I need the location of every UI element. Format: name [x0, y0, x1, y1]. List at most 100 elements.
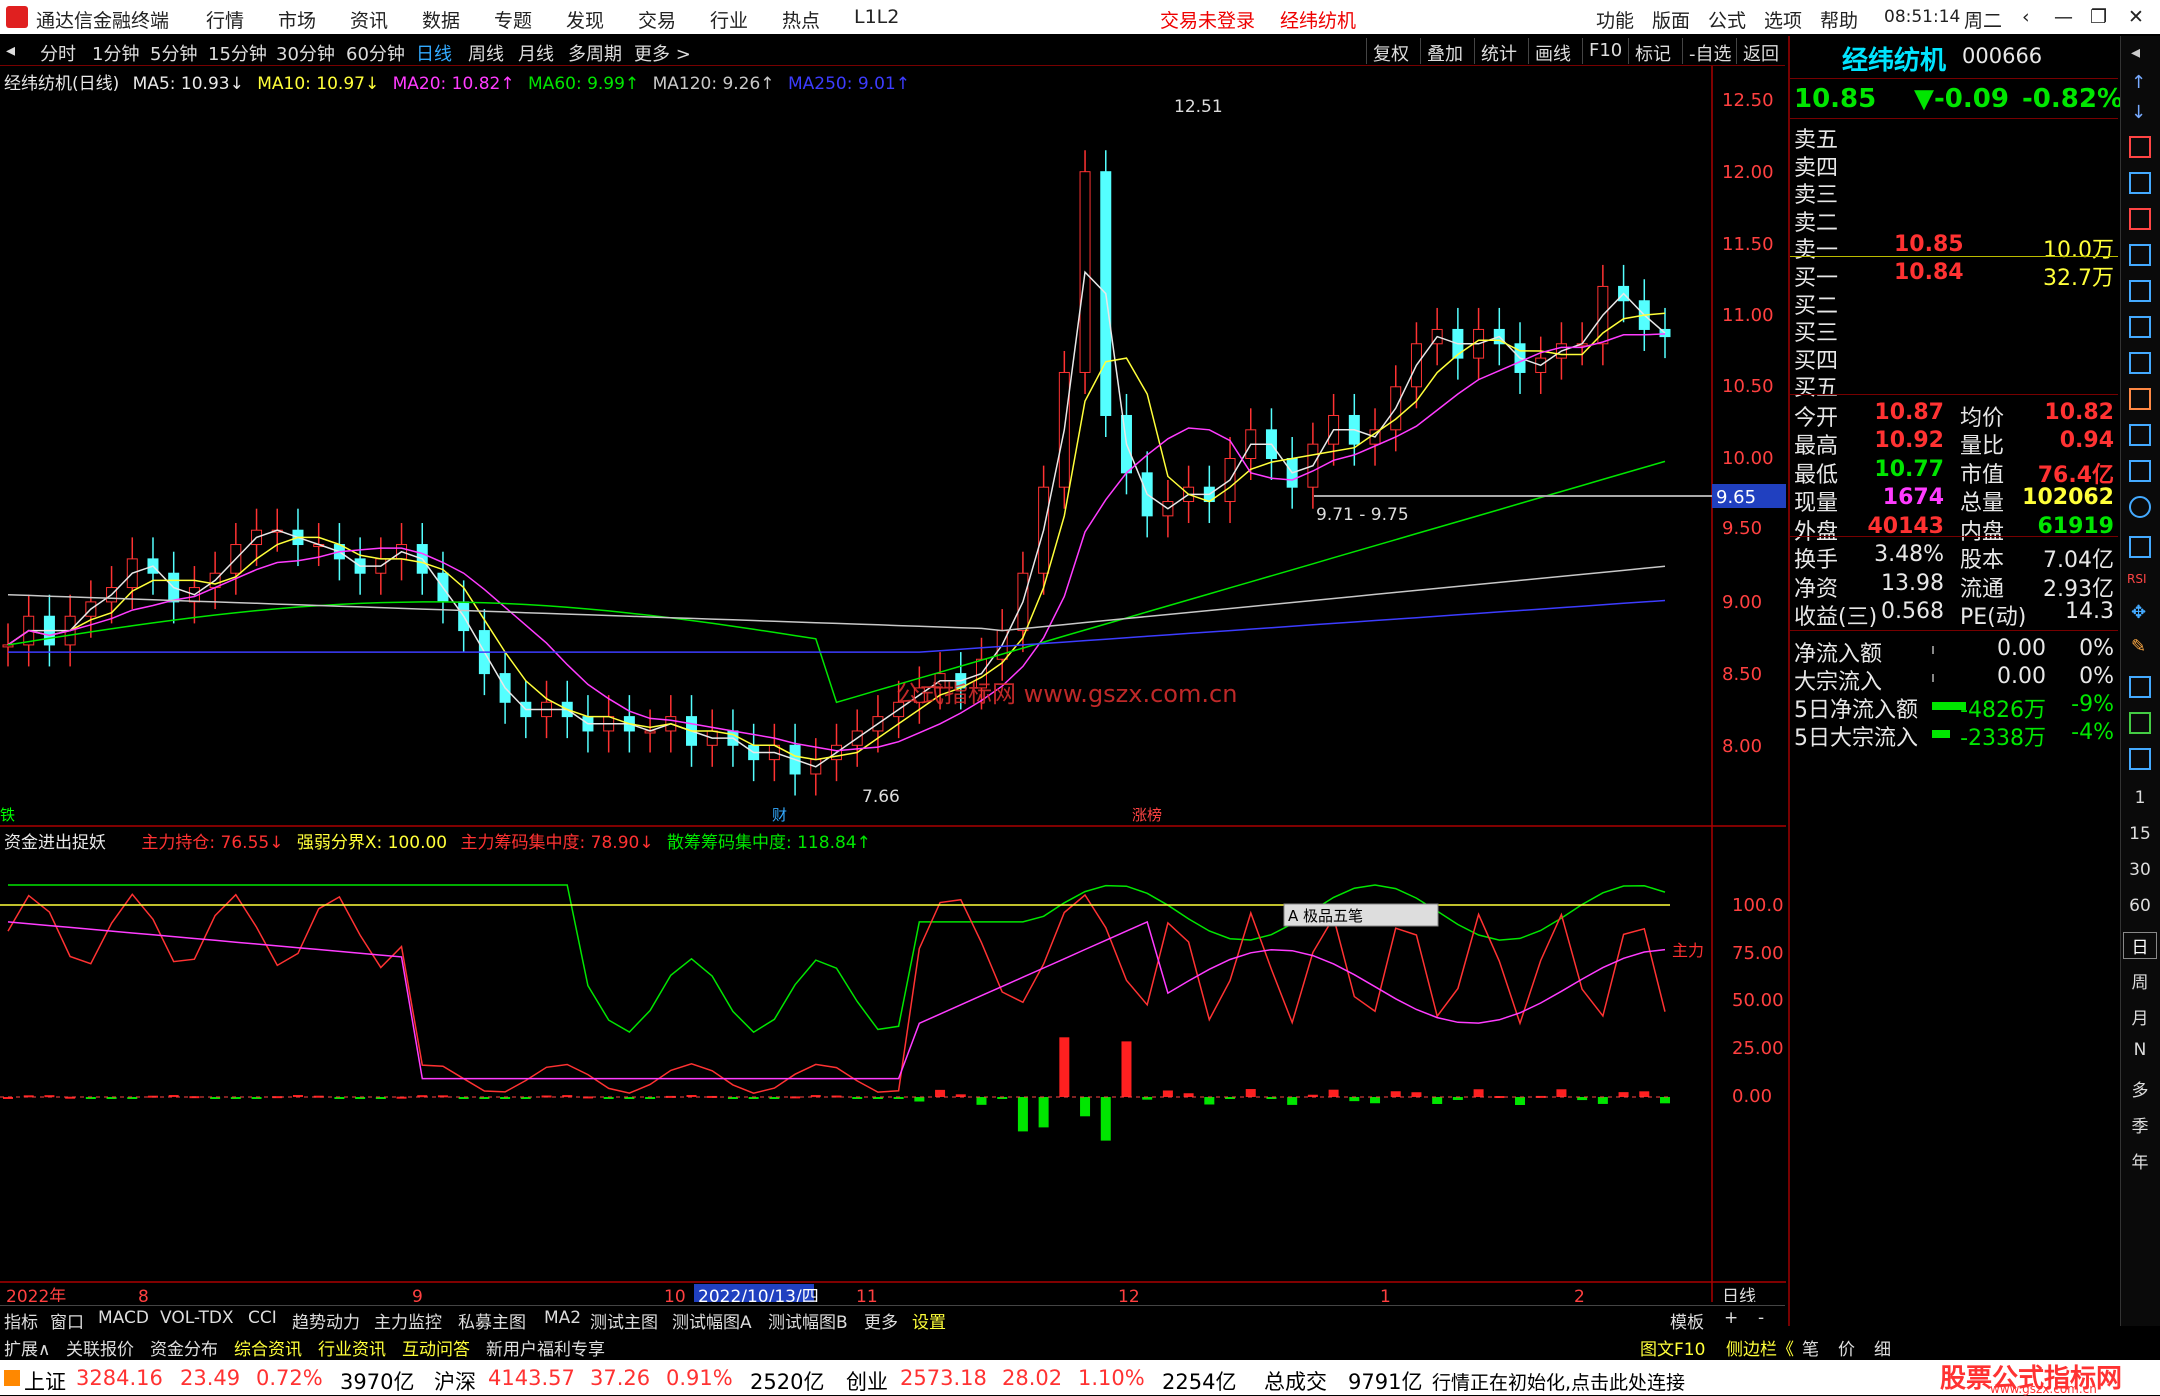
sidebar-period-30[interactable]: 30 — [2121, 860, 2159, 880]
ime-popup[interactable]: A 极品五笔 — [1288, 907, 1363, 925]
menu-bangzhu[interactable]: 帮助 — [1820, 6, 1858, 33]
sidebar-period-1[interactable]: 1 — [2121, 788, 2159, 808]
period-30min[interactable]: 30分钟 — [276, 40, 335, 66]
index-name[interactable]: 创业 — [846, 1366, 888, 1396]
tab-guanlian[interactable]: 关联报价 — [66, 1335, 134, 1360]
sidebar-period-multi[interactable]: 多 — [2121, 1076, 2159, 1101]
tab-zonghe[interactable]: 综合资讯 — [234, 1335, 302, 1360]
tab-chuangkou[interactable]: 窗口 — [50, 1308, 84, 1333]
index-name[interactable]: 沪深 — [434, 1366, 476, 1396]
btn-f10[interactable]: F10 — [1582, 38, 1628, 64]
menu-shichang[interactable]: 市场 — [278, 6, 316, 33]
menu-hangqing[interactable]: 行情 — [206, 6, 244, 33]
btn-add[interactable]: + — [1724, 1308, 1738, 1328]
table-icon[interactable] — [2129, 172, 2151, 194]
fc-icon[interactable] — [2129, 460, 2151, 482]
trend-icon[interactable] — [2129, 208, 2151, 230]
up-arrow-icon[interactable]: ↑ — [2131, 72, 2146, 93]
event-mark[interactable]: 财 — [772, 806, 787, 824]
btn-remove[interactable]: - — [1758, 1308, 1764, 1328]
rsi-icon[interactable]: RSI — [2127, 572, 2147, 586]
tab-ceshi-b[interactable]: 测试幅图B — [768, 1308, 848, 1333]
btn-tongji[interactable]: 统计 — [1474, 38, 1523, 65]
period-1min[interactable]: 1分钟 — [92, 40, 139, 66]
status-icon[interactable] — [4, 1370, 20, 1386]
sidebar-collapse-icon[interactable]: ◂ — [2131, 42, 2140, 63]
sidebar-period-n[interactable]: N — [2121, 1040, 2159, 1060]
tab-tuwen-f10[interactable]: 图文F10 — [1640, 1335, 1705, 1360]
sidebar-period-season[interactable]: 季 — [2121, 1112, 2159, 1137]
back-icon[interactable]: ‹ — [2022, 6, 2030, 28]
tab-macd[interactable]: MACD — [98, 1308, 149, 1328]
tab-zhibiao[interactable]: 指标 — [4, 1308, 38, 1333]
sidebar-period-day[interactable]: 日 — [2123, 932, 2157, 959]
sidebar-period-year[interactable]: 年 — [2121, 1148, 2159, 1173]
index-name[interactable]: 上证 — [24, 1366, 66, 1396]
btn-huaxian[interactable]: 画线 — [1528, 38, 1577, 65]
tab-ceshi-main[interactable]: 测试主图 — [590, 1308, 658, 1333]
menu-faxian[interactable]: 发现 — [566, 6, 604, 33]
btn-fuquan[interactable]: 复权 — [1366, 38, 1415, 65]
btn-diejia[interactable]: 叠加 — [1420, 38, 1469, 65]
sidebar-period-60[interactable]: 60 — [2121, 896, 2159, 916]
menu-jiaoyi[interactable]: 交易 — [638, 6, 676, 33]
tab-bi[interactable]: 笔 — [1802, 1335, 1819, 1360]
tab-vol[interactable]: VOL-TDX — [160, 1308, 234, 1328]
indicator-name[interactable]: 资金进出捉妖 — [4, 833, 106, 853]
tab-ma2[interactable]: MA2 — [544, 1308, 581, 1328]
minimize-icon[interactable]: — — [2054, 6, 2073, 28]
menu-gongshi[interactable]: 公式 — [1708, 6, 1746, 33]
wave-icon[interactable] — [2129, 536, 2151, 558]
period-more[interactable]: 更多 > — [634, 40, 691, 66]
tab-settings[interactable]: 设置 — [912, 1308, 946, 1333]
tab-sidebar[interactable]: 侧边栏《 — [1726, 1335, 1794, 1360]
kline-icon[interactable] — [2129, 136, 2151, 158]
down-arrow-icon[interactable]: ↓ — [2131, 102, 2146, 123]
menu-redian[interactable]: 热点 — [782, 6, 820, 33]
sidebar-period-15[interactable]: 15 — [2121, 824, 2159, 844]
green-icon[interactable] — [2129, 712, 2151, 734]
tab-jia[interactable]: 价 — [1838, 1335, 1855, 1360]
btn-template[interactable]: 模板 — [1670, 1308, 1704, 1333]
chart-area[interactable]: 12.50 12.00 11.50 11.00 10.50 10.00 9.50… — [0, 66, 1786, 1302]
tab-hudong[interactable]: 互动问答 — [402, 1335, 470, 1360]
move-icon[interactable]: ✥ — [2131, 602, 2146, 623]
trade-login-status[interactable]: 交易未登录 — [1160, 6, 1255, 33]
period-5min[interactable]: 5分钟 — [150, 40, 197, 66]
tab-ceshi-a[interactable]: 测试幅图A — [672, 1308, 752, 1333]
fs-icon[interactable] — [2129, 424, 2151, 446]
sidebar-period-week[interactable]: 周 — [2121, 968, 2159, 993]
tab-qushi[interactable]: 趋势动力 — [292, 1308, 360, 1333]
tab-hangye[interactable]: 行业资讯 — [318, 1335, 386, 1360]
event-mark[interactable]: 涨榜 — [1132, 806, 1162, 824]
pen-icon[interactable]: ✎ — [2131, 636, 2146, 657]
btn-fanhui[interactable]: 返回 — [1736, 38, 1785, 65]
tab-cci[interactable]: CCI — [248, 1308, 277, 1328]
period-60min[interactable]: 60分钟 — [346, 40, 405, 66]
list-icon[interactable] — [2129, 280, 2151, 302]
restore-icon[interactable]: ❐ — [2090, 6, 2107, 28]
news-icon[interactable] — [2129, 352, 2151, 374]
event-mark[interactable]: 铁 — [0, 806, 15, 824]
fs2-icon[interactable] — [2129, 676, 2151, 698]
btn-biaoji[interactable]: 标记 — [1628, 38, 1677, 65]
f10-icon[interactable] — [2129, 316, 2151, 338]
connection-message[interactable]: 行情正在初始化,点击此处连接 — [1432, 1368, 1685, 1395]
close-icon[interactable]: ✕ — [2128, 6, 2144, 28]
period-fenshi[interactable]: 分时 — [40, 40, 76, 66]
period-daily[interactable]: 日线 — [416, 40, 452, 66]
chart-icon[interactable] — [2129, 244, 2151, 266]
sidebar-period-month[interactable]: 月 — [2121, 1004, 2159, 1029]
period-multi[interactable]: 多周期 — [568, 40, 622, 66]
menu-shuju[interactable]: 数据 — [422, 6, 460, 33]
menu-xuanxiang[interactable]: 选项 — [1764, 6, 1802, 33]
period-15min[interactable]: 15分钟 — [208, 40, 267, 66]
grid-icon[interactable] — [2129, 748, 2151, 770]
period-weekly[interactable]: 周线 — [468, 40, 504, 66]
menu-gongneng[interactable]: 功能 — [1596, 6, 1634, 33]
tab-xi[interactable]: 细 — [1874, 1335, 1891, 1360]
tab-zhuli[interactable]: 主力监控 — [374, 1308, 442, 1333]
search-icon[interactable] — [2129, 496, 2151, 518]
tab-zijin[interactable]: 资金分布 — [150, 1335, 218, 1360]
menu-zhuanti[interactable]: 专题 — [494, 6, 532, 33]
